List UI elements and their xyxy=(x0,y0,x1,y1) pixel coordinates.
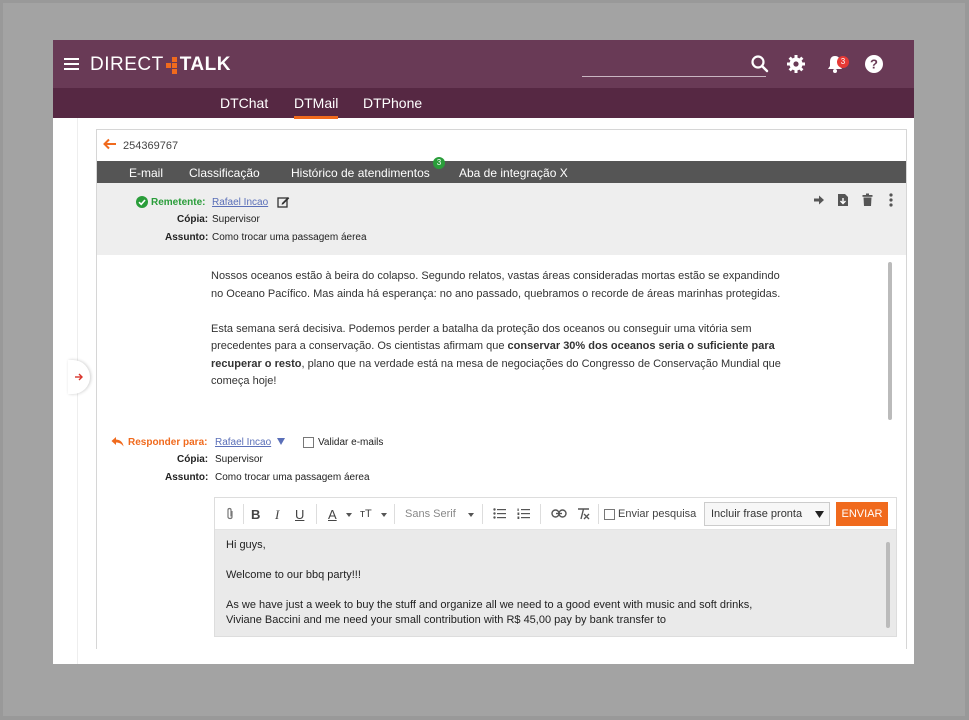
subject-label: Assunto: xyxy=(165,232,209,243)
link-icon[interactable] xyxy=(551,509,567,518)
editor-toolbar: B I U A тT Sans Serif Enviar pesquisa In… xyxy=(215,498,896,530)
reply-subject-value[interactable]: Como trocar uma passagem áerea xyxy=(215,472,370,483)
caret-down-icon[interactable] xyxy=(277,438,285,445)
insert-phrase-select[interactable]: Incluir frase pronta xyxy=(704,502,830,526)
toolbar-divider xyxy=(243,504,244,524)
notification-badge: 3 xyxy=(837,56,849,68)
cc-value: Supervisor xyxy=(212,214,260,225)
tab-dtmail[interactable]: DTMail xyxy=(294,95,339,119)
reply-section: Responder para: Rafael Incao Validar e-m… xyxy=(97,427,906,650)
edit-icon[interactable] xyxy=(277,195,290,208)
insert-phrase-label: Incluir frase pronta xyxy=(711,508,803,520)
tab-historico[interactable]: Histórico de atendimentos xyxy=(291,166,430,180)
numbered-list-icon[interactable] xyxy=(517,508,530,519)
italic-button[interactable]: I xyxy=(275,507,279,523)
editor-text[interactable]: Hi guys, Welcome to our bbq party!!! As … xyxy=(226,538,876,628)
sender-link[interactable]: Rafael Incao xyxy=(212,197,268,208)
reply-subject-label: Assunto: xyxy=(165,472,209,483)
check-circle-icon xyxy=(136,196,148,208)
font-color-button[interactable]: A xyxy=(328,507,337,522)
font-size-button[interactable]: тT xyxy=(360,508,372,520)
subject-value: Como trocar uma passagem áerea xyxy=(212,232,367,243)
brand-left: DIRECT xyxy=(90,54,164,75)
back-arrow-icon[interactable] xyxy=(103,138,117,150)
reply-icon xyxy=(111,437,124,447)
bold-button[interactable]: B xyxy=(251,507,260,522)
brand-right: TALK xyxy=(179,54,231,75)
editor-line: Welcome to our bbq party!!! xyxy=(226,569,361,581)
app-window: DIRECT TALK 3 ? DTChat DTMail DTPhone 25… xyxy=(53,40,914,664)
svg-text:?: ? xyxy=(870,57,878,72)
reply-cc-value[interactable]: Supervisor xyxy=(215,454,263,465)
toolbar-divider xyxy=(394,504,395,524)
caret-down-icon[interactable] xyxy=(381,513,387,517)
editor-line: Viviane Baccini and me need your small c… xyxy=(226,614,667,626)
editor-content[interactable]: Hi guys, Welcome to our bbq party!!! As … xyxy=(215,530,896,636)
search-icon[interactable] xyxy=(750,54,770,74)
ticket-card: 254369767 E-mail Classificação Histórico… xyxy=(96,129,907,650)
validate-emails-checkbox[interactable] xyxy=(303,437,314,448)
editor-scrollbar[interactable] xyxy=(886,542,890,628)
reply-to-label: Responder para: xyxy=(128,437,208,448)
toolbar-divider xyxy=(598,504,599,524)
validate-emails-label: Validar e-mails xyxy=(318,437,384,448)
body-paragraph: Nossos oceanos estão à beira do colapso.… xyxy=(211,270,781,300)
top-bar: DIRECT TALK 3 ? xyxy=(53,40,914,88)
email-body-text: Nossos oceanos estão à beira do colapso.… xyxy=(211,268,781,408)
tab-dtphone[interactable]: DTPhone xyxy=(363,95,422,111)
clear-format-icon[interactable] xyxy=(577,508,590,520)
search-input[interactable] xyxy=(582,76,766,77)
tab-email[interactable]: E-mail xyxy=(129,166,164,186)
brand-logo: DIRECT TALK xyxy=(90,54,231,76)
app-tabs: DTChat DTMail DTPhone xyxy=(53,88,914,119)
menu-icon[interactable] xyxy=(64,58,79,70)
toolbar-divider xyxy=(482,504,483,524)
brand-dots-icon xyxy=(165,56,179,74)
body-scrollbar[interactable] xyxy=(888,262,892,420)
sender-label: Remetente: xyxy=(151,197,206,208)
toolbar-divider xyxy=(540,504,541,524)
editor-line: As we have just a week to buy the stuff … xyxy=(226,599,753,611)
ticket-tabs: E-mail Classificação Histórico de atendi… xyxy=(97,157,906,186)
forward-icon[interactable] xyxy=(813,194,825,206)
toolbar-divider xyxy=(316,504,317,524)
gear-icon[interactable] xyxy=(786,54,806,74)
tab-dtchat[interactable]: DTChat xyxy=(220,95,268,111)
caret-down-icon[interactable] xyxy=(346,513,352,517)
tab-classificacao[interactable]: Classificação xyxy=(189,166,260,180)
send-survey-checkbox[interactable] xyxy=(604,509,615,520)
ticket-header: 254369767 xyxy=(97,130,906,162)
email-header: Remetente: Rafael Incao Cópia: Superviso… xyxy=(97,183,906,255)
tab-integracao[interactable]: Aba de integração X xyxy=(459,166,568,180)
underline-button[interactable]: U xyxy=(295,507,304,522)
attachment-icon[interactable] xyxy=(225,507,235,521)
reply-editor: B I U A тT Sans Serif Enviar pesquisa In… xyxy=(214,497,897,637)
trash-icon[interactable] xyxy=(862,193,873,207)
history-count-badge: 3 xyxy=(433,157,445,169)
send-button[interactable]: ENVIAR xyxy=(836,502,888,526)
help-icon[interactable]: ? xyxy=(864,54,884,74)
more-vertical-icon[interactable] xyxy=(888,193,894,207)
caret-down-icon[interactable] xyxy=(468,513,474,517)
editor-line: Hi guys, xyxy=(226,539,266,551)
download-file-icon[interactable] xyxy=(837,193,849,207)
ticket-id: 254369767 xyxy=(123,140,179,152)
reply-cc-label: Cópia: xyxy=(177,454,209,465)
body-paragraph: Esta semana será decisiva. Podemos perde… xyxy=(211,321,781,391)
email-body: Nossos oceanos estão à beira do colapso.… xyxy=(97,255,906,427)
font-family-select[interactable]: Sans Serif xyxy=(405,508,456,520)
bullet-list-icon[interactable] xyxy=(493,508,506,519)
send-survey-label: Enviar pesquisa xyxy=(618,508,697,520)
caret-down-icon xyxy=(815,511,824,518)
expand-panel-button[interactable] xyxy=(68,360,90,394)
arrow-right-icon xyxy=(75,373,83,381)
reply-to-link[interactable]: Rafael Incao xyxy=(215,437,271,448)
cc-label: Cópia: xyxy=(177,214,209,225)
